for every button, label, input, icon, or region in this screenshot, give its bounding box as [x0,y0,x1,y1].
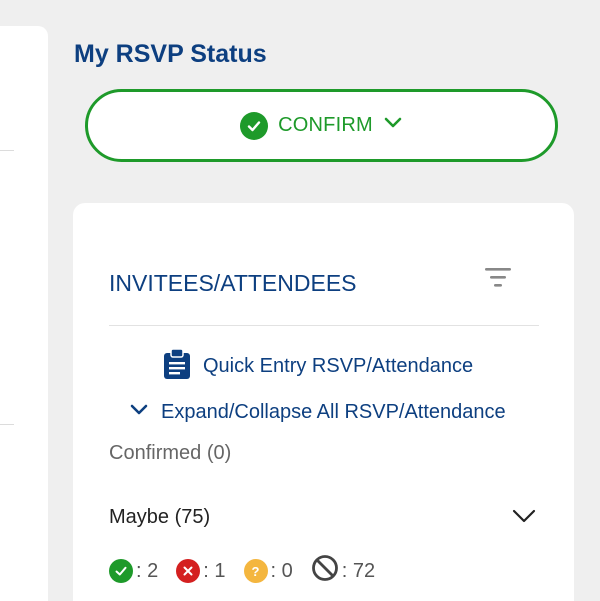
no-response-count: : 72 [311,554,375,588]
invitees-title: INVITEES/ATTENDEES [109,270,357,296]
declined-count-value: : 1 [203,559,226,582]
accepted-count: : 2 [109,559,158,583]
declined-count: : 1 [176,559,226,583]
rsvp-status-title: My RSVP Status [74,40,267,68]
maybe-group-header[interactable]: Maybe (75) [109,506,210,529]
tentative-count: ? : 0 [243,559,293,583]
no-response-count-value: : 72 [341,559,376,582]
clipboard-icon [163,348,191,385]
maybe-response-counts: : 2 : 1 ? : 0: 72 [109,554,393,588]
no-response-icon [311,554,339,588]
left-panel-divider [0,150,14,151]
expand-collapse-all-label: Expand/Collapse All RSVP/Attendance [161,401,506,423]
quick-entry-link[interactable]: Quick Entry RSVP/Attendance [163,348,473,385]
tentative-icon: ? [243,559,268,583]
card-divider [109,325,539,326]
accepted-icon [109,559,133,583]
chevron-down-icon[interactable] [511,507,537,527]
page: My RSVP Status CONFIRM INVITEES/ATTENDEE… [0,0,600,601]
accepted-count-value: : 2 [136,559,159,582]
left-panel [0,26,48,601]
chevron-down-icon [383,116,403,135]
invitees-card: INVITEES/ATTENDEES Quick Entry RSVP/Atte… [73,203,574,601]
tentative-count-value: : 0 [270,559,293,582]
confirmed-group-header[interactable]: Confirmed (0) [109,442,231,465]
check-circle-icon [240,111,269,140]
rsvp-status-label: CONFIRM [278,114,373,136]
left-panel-divider [0,424,14,425]
filter-icon[interactable] [483,265,513,291]
rsvp-status-dropdown[interactable]: CONFIRM [85,89,558,162]
declined-icon [176,559,201,583]
quick-entry-label: Quick Entry RSVP/Attendance [203,355,474,377]
chevron-down-icon [129,403,149,422]
expand-collapse-all-link[interactable]: Expand/Collapse All RSVP/Attendance [129,401,506,424]
